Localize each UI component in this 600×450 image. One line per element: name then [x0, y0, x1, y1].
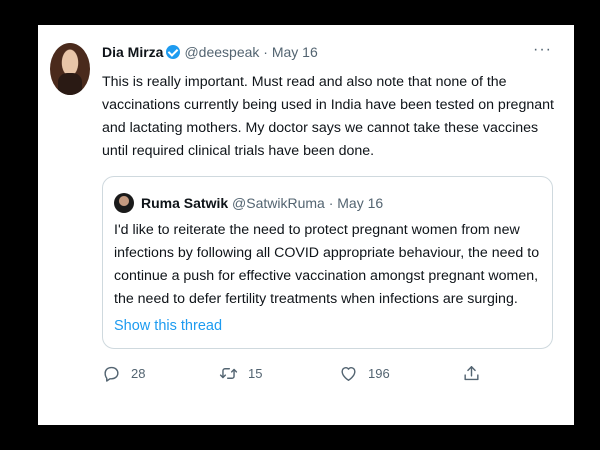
screenshot-frame: Dia Mirza @deespeak · May 16 ··· This is …: [38, 25, 574, 425]
verified-badge-icon: [166, 45, 181, 59]
quoted-author-handle: @SatwikRuma: [232, 195, 325, 211]
author-handle[interactable]: @deespeak: [184, 44, 259, 60]
reply-button[interactable]: 28: [102, 364, 145, 383]
share-button[interactable]: [462, 364, 481, 383]
quoted-author-name: Ruma Satwik: [141, 195, 229, 211]
reply-count: 28: [131, 366, 146, 381]
tweet-date[interactable]: · May 16: [263, 44, 317, 60]
more-options-icon[interactable]: ···: [533, 42, 552, 58]
avatar[interactable]: [50, 43, 90, 95]
share-icon: [464, 366, 479, 381]
retweet-icon: [219, 368, 238, 379]
reply-icon: [104, 366, 119, 382]
tweet-text: This is really important. Must read and …: [102, 74, 554, 159]
quoted-header: Ruma Satwik @SatwikRuma · May 16: [141, 195, 383, 211]
retweet-button[interactable]: 15: [219, 364, 262, 383]
tweet-actions: 28 15 196: [102, 364, 522, 388]
show-thread-link[interactable]: Show this thread: [114, 318, 222, 334]
quoted-tweet[interactable]: Ruma Satwik @SatwikRuma · May 16 I'd lik…: [102, 176, 553, 349]
heart-icon: [341, 367, 356, 381]
author-name[interactable]: Dia Mirza: [102, 44, 163, 60]
quoted-avatar: [114, 193, 134, 213]
tweet-header: Dia Mirza @deespeak · May 16: [102, 44, 318, 62]
retweet-count: 15: [248, 366, 263, 381]
like-button[interactable]: 196: [339, 364, 390, 383]
quoted-date: · May 16: [328, 195, 384, 211]
tweet-card[interactable]: Dia Mirza @deespeak · May 16 ··· This is …: [38, 25, 574, 425]
quoted-text: I'd like to reiterate the need to protec…: [114, 222, 540, 307]
like-count: 196: [368, 366, 390, 381]
